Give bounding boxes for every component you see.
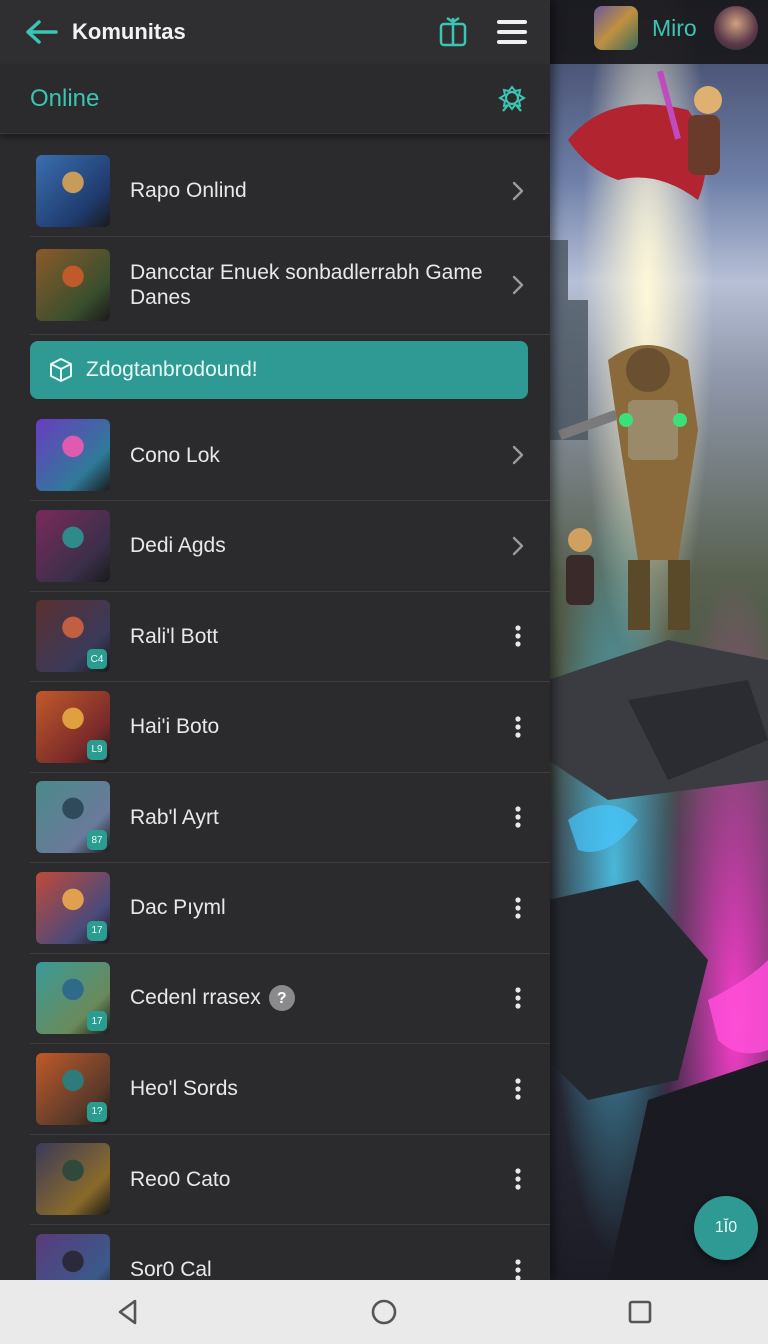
item-name: Dac Pıyml bbox=[130, 895, 500, 920]
item-name: Rab'l Ayrt bbox=[130, 805, 500, 830]
group-settings-icon[interactable] bbox=[498, 84, 526, 113]
more-options-icon[interactable] bbox=[500, 1258, 536, 1280]
more-options-icon[interactable] bbox=[500, 1167, 536, 1191]
game-avatar: 1? bbox=[36, 1052, 110, 1125]
item-name-text: Hai'i Boto bbox=[130, 715, 220, 739]
item-name-text: Cedenl rrasex bbox=[130, 986, 261, 1010]
drawer-topbar: Komunitas bbox=[0, 0, 550, 64]
level-badge: C4 bbox=[87, 649, 107, 670]
help-icon[interactable]: ? bbox=[268, 985, 295, 1012]
list-item[interactable]: 1? Heo'l Sords bbox=[30, 1044, 550, 1135]
game-avatar: 17 bbox=[36, 962, 110, 1035]
item-name: Dedi Agds bbox=[130, 533, 500, 558]
profile-name[interactable]: Miro bbox=[652, 15, 697, 42]
item-name-text: Sor0 Cal bbox=[130, 1258, 212, 1280]
item-name-text: Reo0 Cato bbox=[130, 1167, 231, 1191]
game-avatar: 17 bbox=[36, 871, 110, 944]
item-name: Rali'l Bott bbox=[130, 624, 500, 649]
more-options-icon[interactable] bbox=[500, 805, 536, 829]
item-name-text: Dac Pıyml bbox=[130, 896, 226, 920]
item-name: Sor0 Cal bbox=[130, 1257, 500, 1280]
more-options-icon[interactable] bbox=[500, 715, 536, 739]
item-name: Hai'i Boto bbox=[130, 714, 500, 739]
game-avatar: L9 bbox=[36, 690, 110, 763]
level-badge: 17 bbox=[87, 1011, 107, 1032]
chevron-right-icon[interactable] bbox=[500, 180, 536, 202]
list-item[interactable]: Sor0 Cal bbox=[30, 1225, 550, 1280]
section-label: Online bbox=[30, 84, 100, 112]
item-name: Reo0 Cato bbox=[130, 1167, 500, 1192]
app-root: Miro Komunitas Online Rapo Onlind Dancct… bbox=[0, 0, 768, 1344]
more-options-icon[interactable] bbox=[500, 986, 536, 1010]
cube-icon bbox=[50, 357, 72, 382]
item-name: Heo'l Sords bbox=[130, 1076, 500, 1101]
list-item[interactable]: Rapo Onlind bbox=[30, 146, 550, 237]
list-item[interactable]: Reo0 Cato bbox=[30, 1135, 550, 1225]
floating-action-button[interactable]: 1Ĭ0 bbox=[694, 1196, 758, 1260]
promo-label: Zdogtanbrodound! bbox=[86, 357, 258, 381]
item-name-text: Rapo Onlind bbox=[130, 179, 247, 203]
community-drawer: Komunitas Online Rapo Onlind Dancctar Enu… bbox=[0, 0, 550, 1280]
list-item[interactable]: Cono Lok bbox=[30, 411, 550, 501]
game-avatar bbox=[36, 419, 110, 492]
list-item[interactable]: 87 Rab'l Ayrt bbox=[30, 773, 550, 863]
game-artwork bbox=[548, 0, 768, 1280]
list-item[interactable]: L9 Hai'i Boto bbox=[30, 682, 550, 773]
item-name: Cedenl rrasex? bbox=[130, 985, 500, 1012]
nav-home-icon[interactable] bbox=[370, 1298, 398, 1326]
list-item[interactable]: Dedi Agds bbox=[30, 501, 550, 592]
game-avatar bbox=[36, 249, 110, 321]
item-name-text: Heo'l Sords bbox=[130, 1077, 238, 1101]
game-icon[interactable] bbox=[594, 6, 638, 50]
list-item[interactable]: Dancctar Enuek sonbadlerrabh Game Danes bbox=[30, 237, 550, 335]
item-name-text: Dedi Agds bbox=[130, 534, 226, 558]
list-item[interactable]: C4 Rali'l Bott bbox=[30, 592, 550, 682]
level-badge: 17 bbox=[87, 920, 107, 941]
more-options-icon[interactable] bbox=[500, 896, 536, 920]
chevron-right-icon[interactable] bbox=[500, 444, 536, 466]
item-name: Rapo Onlind bbox=[130, 178, 500, 203]
chevron-right-icon[interactable] bbox=[500, 535, 536, 557]
item-name-text: Cono Lok bbox=[130, 443, 220, 467]
game-avatar bbox=[36, 1143, 110, 1216]
avatar[interactable] bbox=[714, 6, 758, 50]
menu-icon[interactable] bbox=[496, 18, 528, 46]
book-icon[interactable] bbox=[438, 16, 468, 48]
nav-recents-icon[interactable] bbox=[627, 1299, 653, 1325]
more-options-icon[interactable] bbox=[500, 624, 536, 648]
level-badge: 1? bbox=[87, 1101, 107, 1122]
list-item[interactable]: 17 Dac Pıyml bbox=[30, 863, 550, 954]
page-title: Komunitas bbox=[72, 19, 186, 44]
game-avatar bbox=[36, 154, 110, 227]
item-name-text: Rali'l Bott bbox=[130, 624, 219, 648]
game-avatar bbox=[36, 509, 110, 582]
item-name: Dancctar Enuek sonbadlerrabh Game Danes bbox=[130, 260, 500, 310]
online-section-header: Online bbox=[0, 64, 550, 134]
game-avatar: 87 bbox=[36, 781, 110, 854]
chevron-right-icon[interactable] bbox=[500, 274, 536, 296]
item-name-text: Dancctar Enuek sonbadlerrabh Game Danes bbox=[130, 261, 483, 309]
level-badge: L9 bbox=[87, 739, 107, 760]
back-arrow-icon[interactable] bbox=[24, 18, 58, 46]
item-name-text: Rab'l Ayrt bbox=[130, 805, 219, 829]
community-list: Rapo Onlind Dancctar Enuek sonbadlerrabh … bbox=[0, 134, 550, 1280]
promo-banner[interactable]: Zdogtanbrodound! bbox=[30, 340, 528, 399]
level-badge: 87 bbox=[87, 830, 107, 851]
item-name: Cono Lok bbox=[130, 443, 500, 468]
game-header: Miro bbox=[548, 0, 768, 64]
list-item[interactable]: 17 Cedenl rrasex? bbox=[30, 954, 550, 1044]
more-options-icon[interactable] bbox=[500, 1077, 536, 1101]
game-avatar bbox=[36, 1233, 110, 1280]
fab-label: 1Ĭ0 bbox=[714, 1219, 738, 1236]
game-avatar: C4 bbox=[36, 600, 110, 673]
system-navbar bbox=[0, 1280, 768, 1344]
nav-back-icon[interactable] bbox=[115, 1298, 141, 1326]
